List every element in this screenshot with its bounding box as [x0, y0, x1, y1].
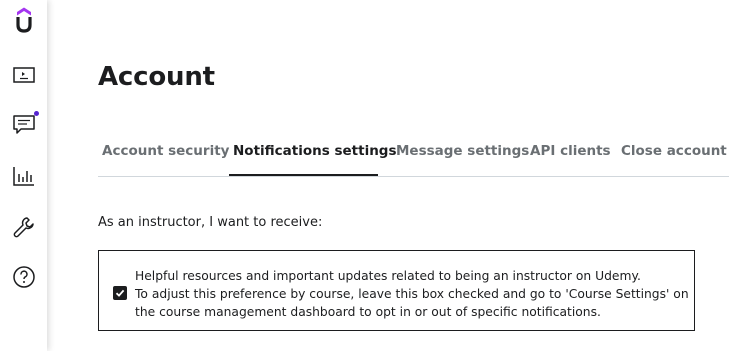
communication-icon[interactable]	[0, 109, 47, 141]
notification-option-label[interactable]: Helpful resources and important updates …	[135, 267, 689, 321]
option-line: To adjust this preference by course, lea…	[135, 287, 689, 301]
main-content: Account Account security Notifications s…	[98, 0, 729, 351]
tab-notifications-settings[interactable]: Notifications settings	[233, 143, 397, 159]
tools-icon[interactable]	[0, 211, 47, 243]
notification-dot	[34, 111, 39, 116]
page-title: Account	[98, 62, 215, 92]
instructor-updates-checkbox[interactable]	[113, 286, 127, 300]
sidebar	[0, 0, 47, 351]
notifications-intro: As an instructor, I want to receive:	[98, 215, 323, 230]
udemy-logo-icon[interactable]	[0, 4, 47, 36]
checkmark-icon	[115, 289, 125, 297]
help-icon[interactable]	[0, 261, 47, 293]
tab-bar: Account security Notifications settings …	[98, 127, 729, 177]
tab-account-security[interactable]: Account security	[102, 143, 229, 159]
notification-option: Helpful resources and important updates …	[98, 250, 695, 331]
tab-close-account[interactable]: Close account	[621, 143, 727, 159]
option-line: Helpful resources and important updates …	[135, 269, 641, 283]
tab-message-settings[interactable]: Message settings	[396, 143, 529, 159]
active-tab-indicator	[229, 174, 378, 176]
courses-icon[interactable]	[0, 59, 47, 91]
performance-icon[interactable]	[0, 160, 47, 192]
option-line: the course management dashboard to opt i…	[135, 305, 601, 319]
tab-api-clients[interactable]: API clients	[530, 143, 611, 159]
